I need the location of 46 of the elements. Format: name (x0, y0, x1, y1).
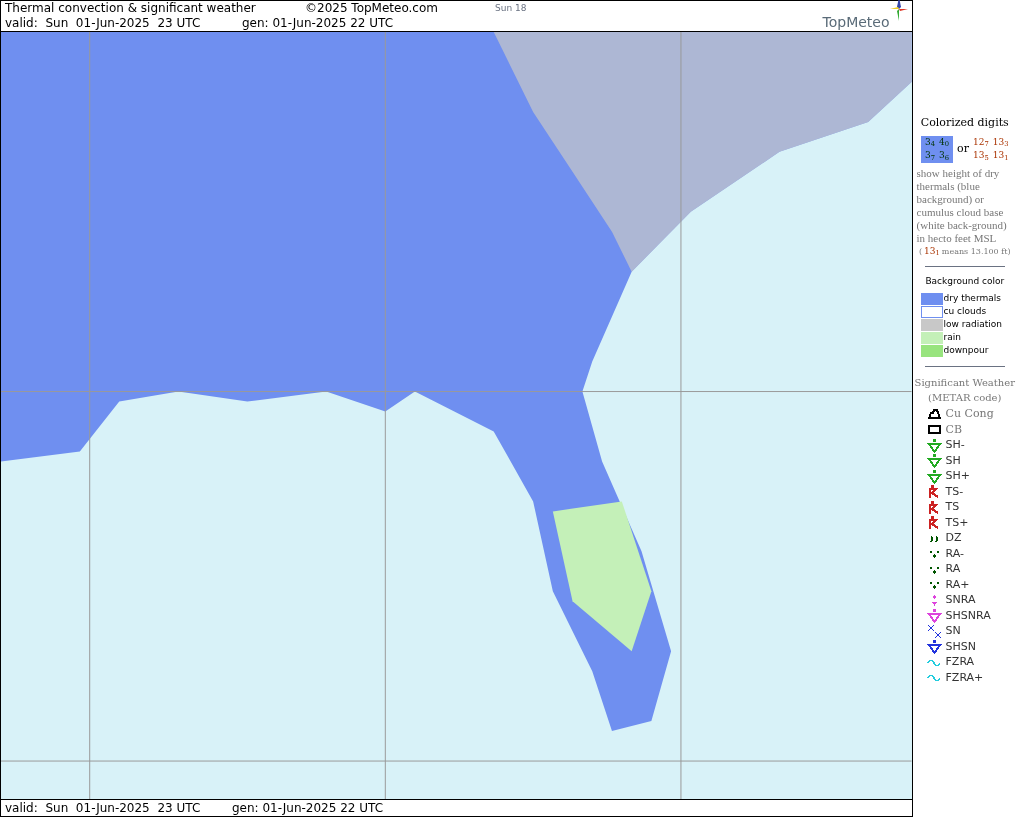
weather-legend-heading: Significant Weather (914, 375, 1015, 390)
weather-code-label: SHSNRA (945, 607, 991, 624)
background-label: low radiation (943, 318, 1002, 332)
weather-code-label: FZRA+ (945, 669, 984, 686)
weather-code-label: Cu Cong (945, 406, 994, 422)
background-legend-heading: Background color (925, 275, 1005, 288)
cloud-base-sample: 13$_{5}$ (973, 149, 989, 163)
weather-legend-subtitle: (METAR code) (928, 390, 1002, 405)
legend-description: show height of dry thermals (blue background) or cumulus cloud base (white back-ground) in hecto feet MSL (915, 166, 1008, 245)
copyright-text: ©2025 TopMeteo.com (305, 1, 439, 16)
background-label: dry thermals (943, 292, 1001, 306)
background-label: downpour (943, 344, 989, 358)
footer-valid-time: valid: Sun 01-Jun-2025 23 UTC (5, 800, 202, 817)
cloud-base-sample: 13$_{3}$ (992, 135, 1009, 149)
example-text: means 13.100 ft) (941, 245, 1011, 258)
dry-thermals-sample: 3$_{4}$ 4$_{0}$ 3$_{7}$ 3$_{6}$ (921, 135, 954, 163)
weather-code-label: SH+ (945, 468, 970, 484)
weather-code-label: TS (945, 499, 960, 515)
example-bracket: ( (918, 245, 923, 258)
weather-code-label: SH (945, 452, 961, 469)
background-label: rain (943, 331, 961, 345)
weather-code-label: TS+ (945, 514, 969, 531)
legend-heading: Colorized digits (920, 115, 1009, 131)
or-text: or (957, 140, 969, 157)
cloud-base-sample: 13$_{1}$ (992, 149, 1009, 163)
weather-code-label: DZ (945, 530, 962, 546)
weather-code-label: CB (945, 421, 963, 438)
valid-time: valid: Sun 01-Jun-2025 23 UTC (5, 16, 202, 31)
generated-time: gen: 01-Jun-2025 22 UTC (242, 16, 394, 31)
weather-code-label: RA (945, 561, 961, 577)
weather-code-label: SNRA (945, 592, 976, 608)
weather-code-label: FZRA (945, 654, 975, 670)
weather-code-label: RA+ (945, 576, 970, 593)
weather-code-label: RA- (945, 545, 964, 562)
cloud-base-sample: 12$_{7}$ (973, 135, 989, 149)
weather-code-label: TS- (945, 483, 964, 500)
compass-star-icon (889, 0, 908, 21)
background-label: cu clouds (943, 305, 987, 319)
day-label: Sun 18 (495, 2, 527, 15)
logo-text: TopMeteo (822, 15, 890, 29)
weather-code-label: SN (945, 623, 961, 639)
weather-code-label: SHSN (945, 638, 976, 655)
weather-code-label: SH- (945, 437, 965, 453)
footer-generated-time: gen: 01-Jun-2025 22 UTC (232, 800, 384, 817)
example-value: 13$_{1}$ (924, 244, 940, 258)
chart-title: Thermal convection & significant weather (5, 1, 257, 16)
